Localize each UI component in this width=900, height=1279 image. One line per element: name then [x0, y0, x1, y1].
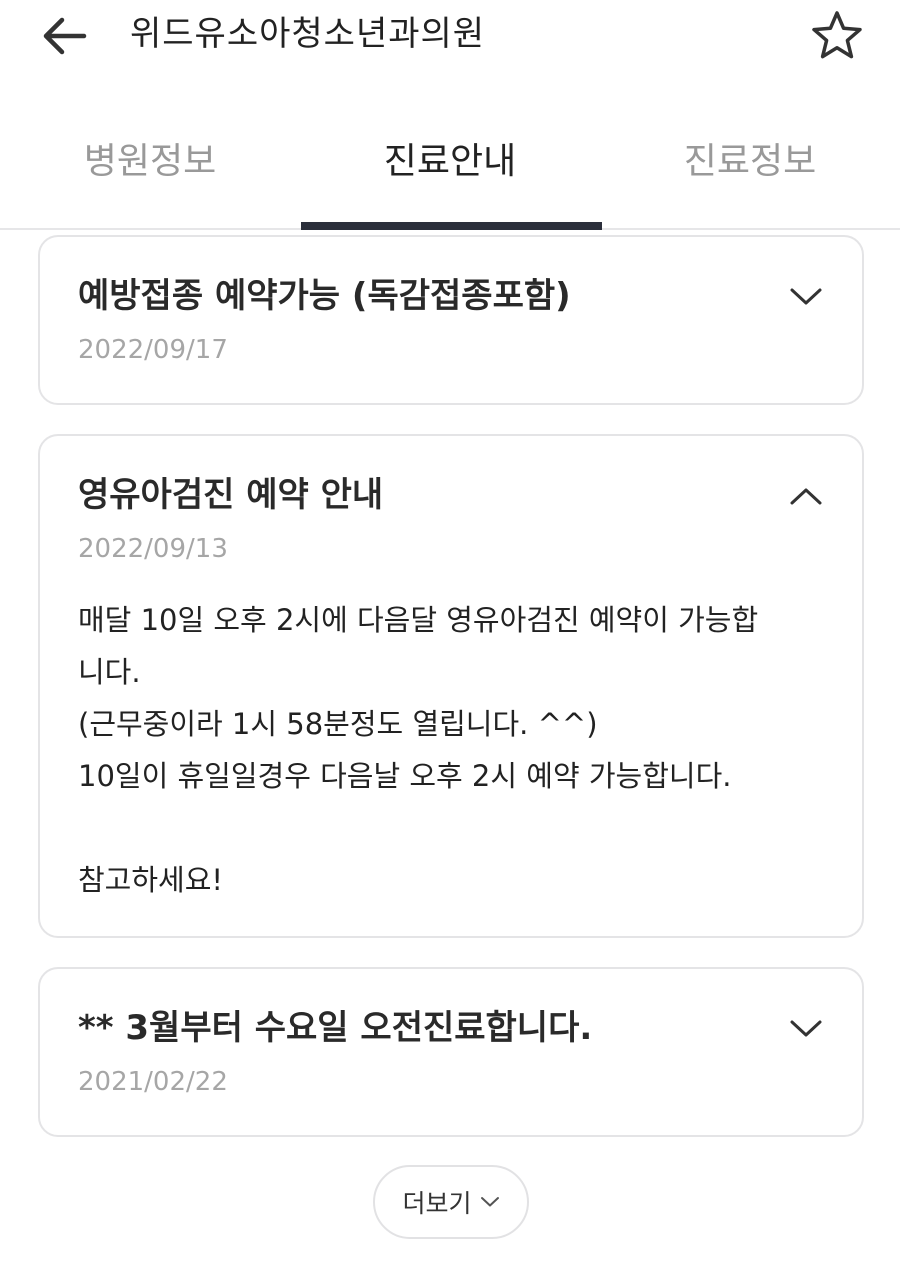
expand-toggle[interactable] [784, 1009, 828, 1049]
notice-title: 예방접종 예약가능 (독감접종포함) [78, 276, 571, 316]
notice-date: 2022/09/13 [78, 534, 228, 564]
notice-card[interactable]: 예방접종 예약가능 (독감접종포함) 2022/09/17 [38, 235, 864, 405]
more-button[interactable]: 더보기 [373, 1165, 529, 1239]
notice-title: 영유아검진 예약 안내 [78, 475, 384, 515]
chevron-down-icon [480, 1196, 500, 1208]
active-tab-indicator [301, 222, 602, 230]
expand-toggle[interactable] [784, 277, 828, 317]
tab-clinic-guide[interactable]: 진료안내 [300, 110, 600, 228]
notice-card[interactable]: ** 3월부터 수요일 오전진료합니다. 2021/02/22 [38, 967, 864, 1137]
chevron-down-icon [789, 287, 823, 307]
notice-body-line: 니다. [78, 655, 141, 689]
notice-body: 매달 10일 오후 2시에 다음달 영유아검진 예약이 가능합 니다. (근무중… [78, 594, 828, 906]
notice-body-line: 10일이 휴일일경우 다음날 오후 2시 예약 가능합니다. [78, 759, 732, 793]
page-title: 위드유소아청소년과의원 [130, 14, 486, 54]
notice-title: ** 3월부터 수요일 오전진료합니다. [78, 1008, 593, 1048]
notice-card-expanded[interactable]: 영유아검진 예약 안내 2022/09/13 매달 10일 오후 2시에 다음달… [38, 434, 864, 938]
notice-date: 2021/02/22 [78, 1067, 228, 1097]
favorite-button[interactable] [806, 6, 868, 66]
back-button[interactable] [36, 10, 92, 62]
tab-bar: 병원정보 진료안내 진료정보 [0, 110, 900, 230]
tab-hospital-info[interactable]: 병원정보 [0, 110, 300, 228]
chevron-down-icon [789, 1019, 823, 1039]
notice-body-line: (근무중이라 1시 58분정도 열립니다. ^^) [78, 707, 598, 741]
more-button-label: 더보기 [402, 1189, 472, 1218]
notice-date: 2022/09/17 [78, 335, 228, 365]
collapse-toggle[interactable] [784, 476, 828, 516]
app-header: 위드유소아청소년과의원 [0, 0, 900, 90]
notice-body-line [78, 802, 828, 854]
notice-body-line: 참고하세요! [78, 863, 224, 897]
arrow-left-icon [40, 16, 88, 56]
tab-clinic-info[interactable]: 진료정보 [600, 110, 900, 228]
star-outline-icon [810, 10, 864, 62]
notice-body-line: 매달 10일 오후 2시에 다음달 영유아검진 예약이 가능합 [78, 603, 759, 637]
chevron-up-icon [789, 486, 823, 506]
